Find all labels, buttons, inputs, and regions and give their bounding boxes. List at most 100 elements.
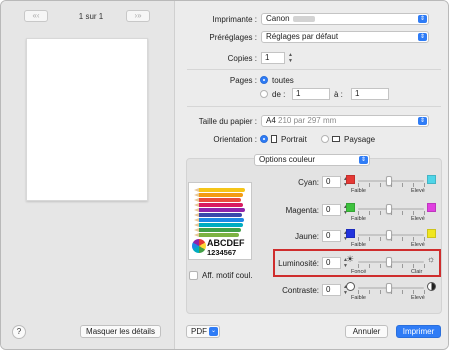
slider-tick bbox=[380, 211, 381, 215]
slider-tick bbox=[380, 290, 381, 294]
pages-to-field[interactable]: 1 bbox=[351, 88, 389, 100]
pages-from-label: de : bbox=[272, 90, 286, 99]
section-popup[interactable]: Options couleur ⇕ bbox=[254, 154, 370, 166]
chevron-down-icon: ⌄ bbox=[209, 327, 218, 336]
landscape-radio[interactable] bbox=[321, 135, 329, 143]
slider-tick bbox=[391, 237, 392, 241]
contrast-label: Contraste: bbox=[282, 286, 319, 295]
printer-label: Imprimante : bbox=[212, 15, 257, 24]
cyan-swatch-icon bbox=[427, 175, 436, 184]
slider-tick bbox=[391, 290, 392, 294]
slider-tick bbox=[413, 183, 414, 187]
first-prev-page-buttons[interactable]: «‹ bbox=[24, 10, 48, 22]
magenta-left-label: Faible bbox=[351, 216, 366, 222]
slider-tick bbox=[402, 237, 403, 241]
copies-label: Copies : bbox=[227, 54, 257, 63]
brightness-label: Luminosité: bbox=[278, 259, 319, 268]
light-sun-icon: ☼ bbox=[427, 254, 436, 264]
pdf-label: PDF bbox=[191, 327, 207, 336]
portrait-page-icon bbox=[271, 135, 277, 143]
slider-tick bbox=[413, 264, 414, 268]
blue-swatch-icon bbox=[346, 229, 355, 238]
cyan-field[interactable]: 0 bbox=[322, 176, 341, 188]
pages-label: Pages : bbox=[229, 76, 257, 85]
pages-to-label: à : bbox=[334, 90, 343, 99]
thumbnail-text-2: 1234567 bbox=[207, 248, 237, 257]
magenta-label: Magenta: bbox=[285, 206, 319, 215]
pages-range-radio[interactable] bbox=[260, 90, 268, 98]
copies-stepper[interactable]: ▲ ▼ bbox=[287, 52, 294, 64]
copies-field[interactable]: 1 bbox=[261, 52, 285, 64]
yellow-swatch-icon bbox=[427, 229, 436, 238]
slider-tick bbox=[369, 211, 370, 215]
magenta-field[interactable]: 0 bbox=[322, 204, 341, 216]
slider-tick bbox=[424, 290, 425, 294]
slider-tick bbox=[369, 183, 370, 187]
cyan-right-label: Elevé bbox=[411, 188, 425, 194]
slider-tick bbox=[413, 211, 414, 215]
cancel-button[interactable]: Annuler bbox=[345, 325, 388, 338]
pdf-menu-button[interactable]: PDF ⌄ bbox=[186, 325, 220, 338]
paper-size-value: A4 bbox=[266, 116, 276, 125]
yellow-field[interactable]: 0 bbox=[322, 230, 341, 242]
pages-from-field[interactable]: 1 bbox=[292, 88, 330, 100]
page-preview bbox=[26, 38, 148, 201]
printer-popup[interactable]: Canon ⇕ bbox=[261, 13, 429, 25]
slider-tick bbox=[358, 290, 359, 294]
color-pattern-checkbox[interactable] bbox=[189, 271, 198, 280]
contrast-right-label: Elevé bbox=[411, 295, 425, 301]
slider-tick bbox=[391, 183, 392, 187]
yellow-label: Jaune: bbox=[294, 232, 319, 241]
help-button[interactable]: ? bbox=[12, 325, 26, 339]
preview-pane: «‹ 1 sur 1 ›» ? Masquer les détails bbox=[1, 1, 175, 349]
print-dialog: «‹ 1 sur 1 ›» ? Masquer les détails Impr… bbox=[0, 0, 449, 350]
slider-tick bbox=[424, 237, 425, 241]
chevron-updown-icon: ⇕ bbox=[418, 15, 427, 23]
portrait-radio[interactable] bbox=[260, 135, 268, 143]
slider-tick bbox=[402, 264, 403, 268]
contrast-field[interactable]: 0 bbox=[322, 284, 341, 296]
paper-size-dimensions: 210 par 297 mm bbox=[278, 116, 337, 125]
slider-tick bbox=[424, 264, 425, 268]
color-sample-thumbnail: ABCDEF 1234567 bbox=[188, 182, 252, 260]
paper-size-popup[interactable]: A4 210 par 297 mm ⇕ bbox=[261, 115, 429, 127]
divider bbox=[187, 106, 441, 107]
next-last-page-buttons[interactable]: ›» bbox=[126, 10, 150, 22]
slider-tick bbox=[402, 183, 403, 187]
pages-all-radio[interactable] bbox=[260, 76, 268, 84]
chevron-updown-icon: ⇕ bbox=[418, 117, 427, 125]
paper-size-label: Taille du papier : bbox=[198, 117, 257, 126]
chevron-updown-icon: ⇕ bbox=[359, 156, 368, 164]
brightness-field[interactable]: 0 bbox=[322, 257, 341, 269]
red-swatch-icon bbox=[346, 175, 355, 184]
slider-tick bbox=[413, 237, 414, 241]
hide-details-button[interactable]: Masquer les détails bbox=[80, 325, 161, 338]
slider-tick bbox=[380, 237, 381, 241]
magenta-right-label: Elevé bbox=[411, 216, 425, 222]
presets-value: Réglages par défaut bbox=[266, 32, 339, 41]
green-swatch-icon bbox=[346, 203, 355, 212]
slider-tick bbox=[358, 211, 359, 215]
magenta-swatch-icon bbox=[427, 203, 436, 212]
slider-tick bbox=[402, 211, 403, 215]
high-contrast-icon bbox=[427, 282, 436, 291]
slider-tick bbox=[391, 264, 392, 268]
yellow-left-label: Faible bbox=[351, 242, 366, 248]
brightness-right-label: Clair bbox=[411, 269, 423, 275]
slider-tick bbox=[358, 183, 359, 187]
slider-tick bbox=[369, 237, 370, 241]
slider-tick bbox=[358, 264, 359, 268]
orientation-label: Orientation : bbox=[213, 135, 257, 144]
landscape-label: Paysage bbox=[344, 135, 376, 144]
chevron-updown-icon: ⇕ bbox=[418, 33, 427, 41]
slider-tick bbox=[369, 290, 370, 294]
print-button[interactable]: Imprimer bbox=[396, 325, 441, 338]
slider-tick bbox=[358, 237, 359, 241]
pages-all-label: toutes bbox=[272, 76, 294, 85]
slider-tick bbox=[369, 264, 370, 268]
slider-tick bbox=[424, 211, 425, 215]
presets-popup[interactable]: Réglages par défaut ⇕ bbox=[261, 31, 429, 43]
landscape-page-icon bbox=[332, 136, 340, 142]
presets-label: Préréglages : bbox=[209, 33, 257, 42]
dark-sun-icon: ☀ bbox=[346, 254, 355, 264]
